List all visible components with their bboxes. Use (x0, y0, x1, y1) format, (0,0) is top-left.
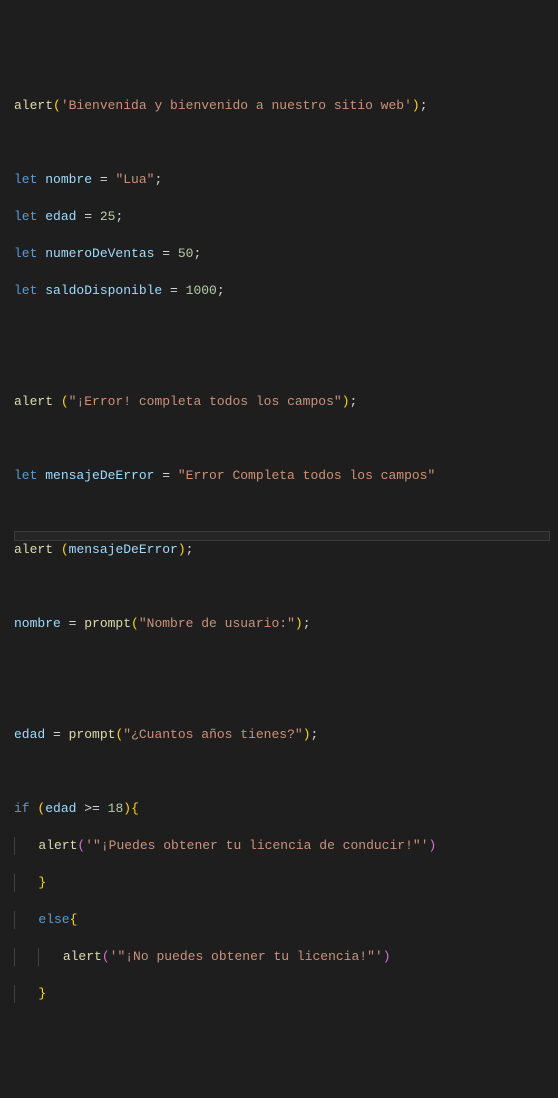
variable: nombre (14, 616, 61, 631)
code-line: if (edad >= 18){ (14, 800, 558, 819)
variable: edad (45, 209, 76, 224)
number-literal: 50 (178, 246, 194, 261)
brace-close: } (38, 986, 46, 1001)
blank-line (14, 763, 558, 782)
keyword-let: let (14, 283, 37, 298)
code-line: let numeroDeVentas = 50; (14, 245, 558, 264)
code-line: let nombre = "Lua"; (14, 171, 558, 190)
blank-line (14, 356, 558, 375)
variable: edad (14, 727, 45, 742)
number-literal: 18 (108, 801, 124, 816)
function-call: alert (14, 98, 53, 113)
string-literal: '"¡Puedes obtener tu licencia de conduci… (85, 838, 428, 853)
code-line: alert('"¡No puedes obtener tu licencia!"… (14, 948, 558, 967)
variable: saldoDisponible (45, 283, 162, 298)
function-call: alert (38, 838, 77, 853)
code-line: alert('Bienvenida y bienvenido a nuestro… (14, 97, 558, 116)
indent-guide (14, 911, 15, 930)
number-literal: 1000 (186, 283, 217, 298)
function-call: alert (14, 542, 53, 557)
blank-line (14, 689, 558, 708)
string-literal: "¿Cuantos años tienes?" (123, 727, 302, 742)
indent-guide (38, 948, 39, 967)
blank-line (14, 652, 558, 671)
code-line: let saldoDisponible = 1000; (14, 282, 558, 301)
keyword-let: let (14, 209, 37, 224)
blank-line (14, 578, 558, 597)
semicolon: ; (420, 98, 428, 113)
code-editor[interactable]: alert('Bienvenida y bienvenido a nuestro… (14, 78, 558, 1022)
code-line: else{ (14, 911, 558, 930)
paren-close: ) (412, 98, 420, 113)
paren-open: ( (53, 98, 61, 113)
code-line: } (14, 985, 558, 1004)
string-literal: "¡Error! completa todos los campos" (69, 394, 342, 409)
number-literal: 25 (100, 209, 116, 224)
string-literal: "Nombre de usuario:" (139, 616, 295, 631)
blank-line (14, 504, 558, 523)
string-literal: '"¡No puedes obtener tu licencia!"' (110, 949, 383, 964)
code-line: edad = prompt("¿Cuantos años tienes?"); (14, 726, 558, 745)
operator: >= (76, 801, 107, 816)
code-line: } (14, 874, 558, 893)
indent-guide (14, 837, 15, 856)
string-literal: "Lua" (115, 172, 154, 187)
horizontal-scrollbar[interactable] (14, 531, 550, 541)
brace-close: } (38, 875, 46, 890)
function-call: alert (63, 949, 102, 964)
keyword-let: let (14, 468, 37, 483)
keyword-else: else (38, 912, 69, 927)
variable: mensajeDeError (45, 468, 154, 483)
brace-open: { (70, 912, 78, 927)
code-line: alert ("¡Error! completa todos los campo… (14, 393, 558, 412)
keyword-let: let (14, 172, 37, 187)
code-line: let mensajeDeError = "Error Completa tod… (14, 467, 558, 486)
variable: mensajeDeError (69, 542, 178, 557)
code-line: alert (mensajeDeError); (14, 541, 558, 560)
variable: nombre (45, 172, 92, 187)
blank-line (14, 319, 558, 338)
brace-open: { (131, 801, 139, 816)
function-call: alert (14, 394, 53, 409)
code-line: let edad = 25; (14, 208, 558, 227)
function-call: prompt (84, 616, 131, 631)
string-literal: "Error Completa todos los campos" (178, 468, 435, 483)
indent-guide (14, 874, 15, 893)
blank-line (14, 134, 558, 153)
blank-line (14, 430, 558, 449)
indent-guide (14, 985, 15, 1004)
variable: edad (45, 801, 76, 816)
function-call: prompt (69, 727, 116, 742)
keyword-let: let (14, 246, 37, 261)
string-literal: 'Bienvenida y bienvenido a nuestro sitio… (61, 98, 412, 113)
keyword-if: if (14, 801, 30, 816)
code-line: nombre = prompt("Nombre de usuario:"); (14, 615, 558, 634)
variable: numeroDeVentas (45, 246, 154, 261)
code-line: alert('"¡Puedes obtener tu licencia de c… (14, 837, 558, 856)
indent-guide (14, 948, 15, 967)
